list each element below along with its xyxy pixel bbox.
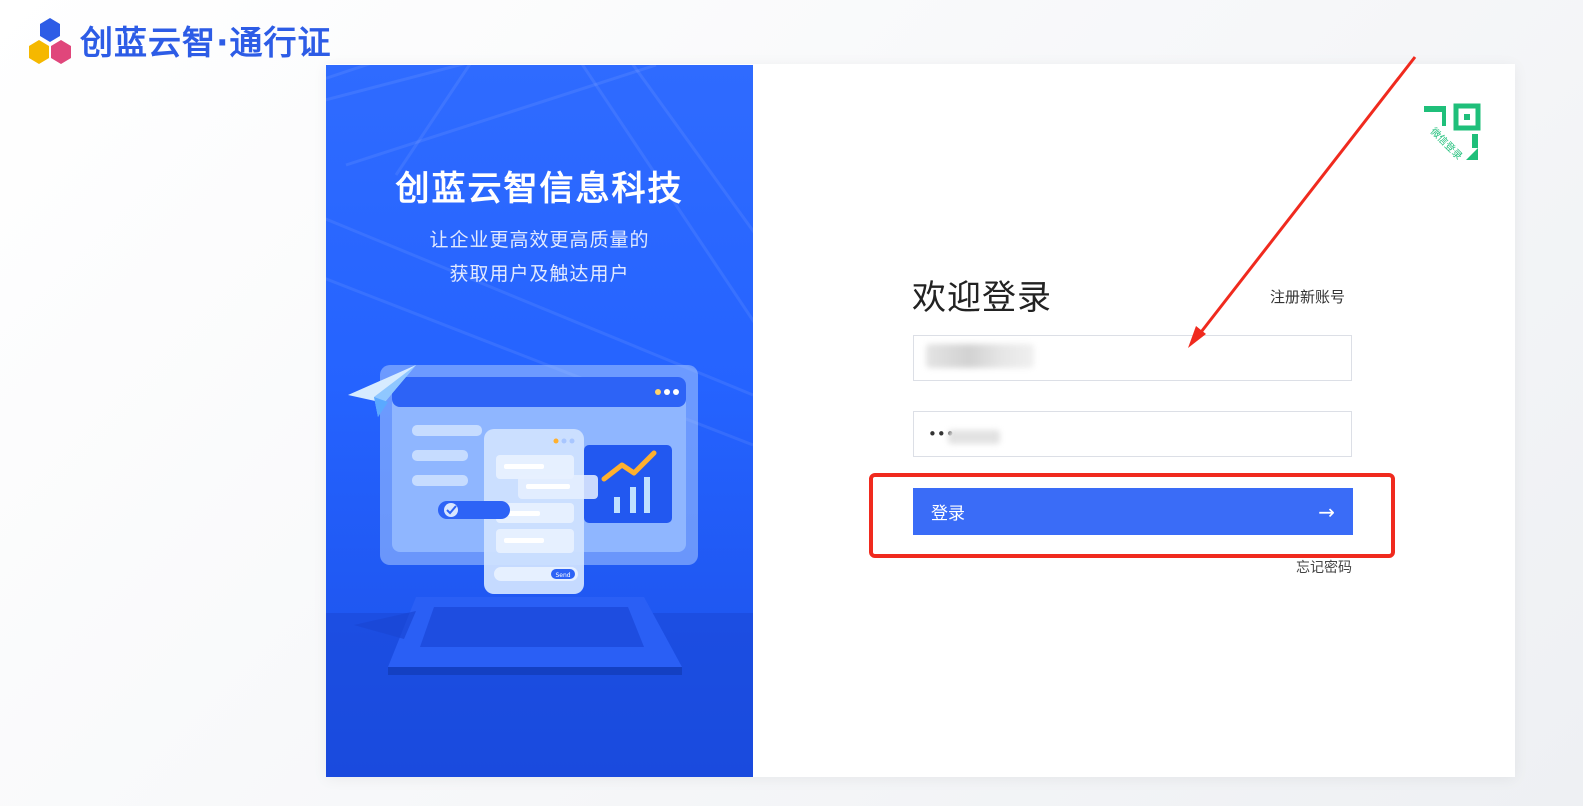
password-field[interactable] [913, 411, 1352, 457]
site-logo[interactable]: 创蓝云智·通行证 [26, 16, 332, 64]
username-field[interactable] [913, 335, 1352, 381]
password-input[interactable] [914, 412, 1351, 456]
logo-mark-icon [29, 18, 71, 64]
monitor-illustration: Send [348, 365, 698, 675]
login-button-label: 登录 [931, 504, 965, 524]
promo-slogan-line-2: 获取用户及触达用户 [449, 263, 630, 285]
wechat-login-qr-icon[interactable]: 微信登录 [1420, 102, 1484, 166]
promo-slogan-line-1: 让企业更高效更高质量的 [429, 229, 650, 251]
forgot-password-link[interactable]: 忘记密码 [1296, 557, 1352, 577]
page-title: 欢迎登录 [912, 278, 1052, 318]
promo-title: 创蓝云智信息科技 [395, 169, 684, 209]
login-button[interactable]: 登录 → [913, 488, 1353, 535]
promo-panel: 创蓝云智信息科技 让企业更高效更高质量的 获取用户及触达用户 Send [326, 65, 753, 777]
login-card: 创蓝云智信息科技 让企业更高效更高质量的 获取用户及触达用户 Send 微信登录… [326, 64, 1515, 777]
illustration-send-label: Send [555, 572, 570, 579]
arrow-right-icon: → [1318, 499, 1335, 524]
username-input[interactable] [914, 336, 1351, 380]
logo-text: 创蓝云智·通行证 [80, 23, 332, 62]
register-link[interactable]: 注册新账号 [1270, 286, 1345, 307]
